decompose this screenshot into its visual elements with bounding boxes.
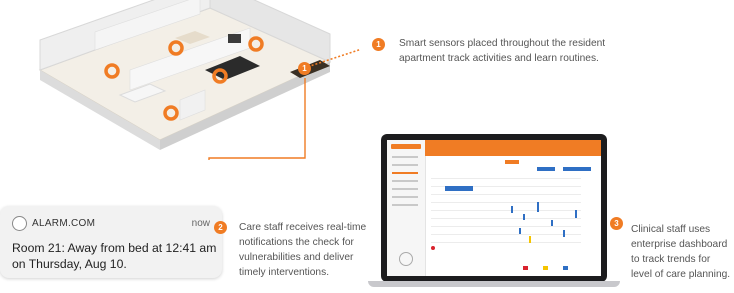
notification-time: now bbox=[191, 218, 210, 229]
callout-2-badge: 2 bbox=[214, 221, 227, 234]
notification-app-name: ALARM.COM bbox=[32, 218, 96, 229]
enterprise-dashboard bbox=[387, 140, 601, 276]
dashboard-sidebar bbox=[387, 140, 426, 276]
notification-message: Room 21: Away from bed at 12:41 am on Th… bbox=[12, 241, 217, 271]
dashboard-export-button[interactable] bbox=[563, 167, 591, 171]
laptop-base bbox=[368, 281, 620, 287]
callout-3-text: Clinical staff uses enterprise dashboard… bbox=[631, 224, 731, 280]
dashboard-active-tab[interactable] bbox=[505, 160, 519, 164]
dashboard-footer-icon bbox=[399, 252, 413, 266]
callout-1-badge: 1 bbox=[372, 38, 385, 51]
push-notification-card[interactable]: ALARM.COM now Room 21: Away from bed at … bbox=[0, 206, 222, 278]
dashboard-logo bbox=[391, 144, 421, 149]
alarm-logo-icon bbox=[12, 216, 27, 231]
callout-2-text: Care staff receives real-time notificati… bbox=[239, 222, 367, 278]
emergency-marker bbox=[431, 246, 435, 250]
dashboard-header-bar bbox=[425, 140, 601, 156]
apartment-floorplan-illustration bbox=[38, 0, 360, 160]
activity-span-bar bbox=[445, 186, 473, 191]
callout-1-text: Smart sensors placed throughout the resi… bbox=[399, 38, 606, 64]
callout-1-floorplan-marker: 1 bbox=[298, 62, 311, 75]
callout-3-badge: 3 bbox=[610, 217, 623, 230]
dashboard-filter-button[interactable] bbox=[537, 167, 555, 171]
